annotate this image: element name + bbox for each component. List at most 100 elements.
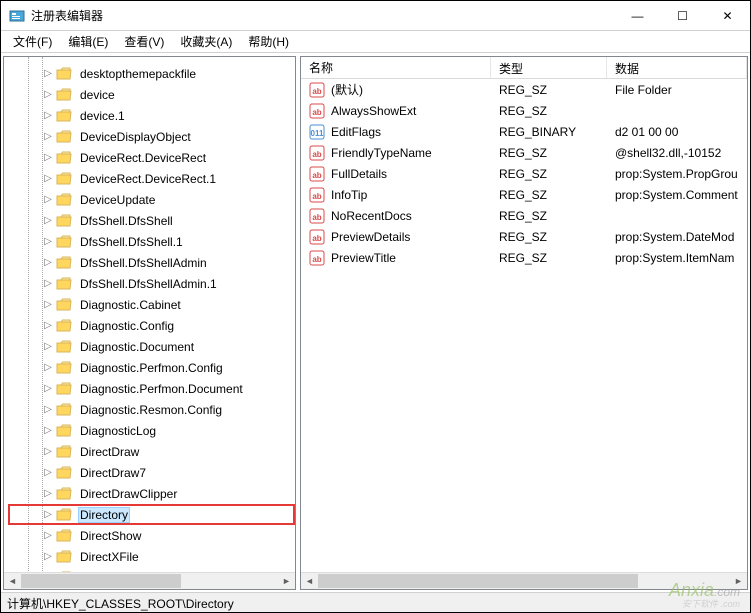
expand-icon[interactable]: ▷	[42, 194, 54, 206]
tree-node[interactable]: ▷ DfsShell.DfsShellAdmin.1	[8, 273, 295, 294]
expand-icon[interactable]: ▷	[42, 152, 54, 164]
scroll-left-button[interactable]: ◄	[301, 573, 318, 589]
tree-node[interactable]: ▷DeviceRect.DeviceRect	[8, 147, 295, 168]
maximize-button[interactable]: ☐	[660, 1, 705, 30]
expand-icon[interactable]: ▷	[42, 404, 54, 416]
column-header-name[interactable]: 名称	[301, 57, 491, 78]
status-path: 计算机\HKEY_CLASSES_ROOT\Directory	[7, 597, 234, 611]
list-row[interactable]: abPreviewDetailsREG_SZprop:System.DateMo…	[301, 226, 747, 247]
list-row[interactable]: 011EditFlagsREG_BINARYd2 01 00 00	[301, 121, 747, 142]
value-name: NoRecentDocs	[331, 209, 412, 223]
tree-node[interactable]: ▷Diagnostic.Config	[8, 315, 295, 336]
tree-node[interactable]: ▷Diagnostic.Resmon.Config	[8, 399, 295, 420]
list-row[interactable]: abAlwaysShowExtREG_SZ	[301, 100, 747, 121]
tree-node[interactable]: ▷DeviceDisplayObject	[8, 126, 295, 147]
tree-node[interactable]: ▷Diagnostic.Cabinet	[8, 294, 295, 315]
tree-node[interactable]: ▷DirectDraw7	[8, 462, 295, 483]
expand-icon[interactable]: ▷	[42, 320, 54, 332]
expand-icon[interactable]: ▷	[42, 488, 54, 500]
tree-node-label: DeviceUpdate	[78, 192, 157, 208]
minimize-button[interactable]: —	[615, 1, 660, 30]
scroll-thumb[interactable]	[318, 574, 638, 588]
folder-icon	[56, 172, 72, 186]
scroll-right-button[interactable]: ►	[730, 573, 747, 589]
expand-icon[interactable]: ▷	[42, 551, 54, 563]
menu-edit[interactable]: 编辑(E)	[60, 31, 116, 52]
tree-node-label: DiagnosticLog	[78, 423, 158, 439]
scroll-track[interactable]	[318, 573, 730, 589]
horizontal-scrollbar[interactable]: ◄ ►	[4, 572, 295, 589]
tree-node[interactable]: ▷desktopthemepackfile	[8, 63, 295, 84]
string-value-icon: ab	[309, 145, 325, 161]
tree-node[interactable]: ▷DfsShell.DfsShell	[8, 210, 295, 231]
list-row[interactable]: abFullDetailsREG_SZprop:System.PropGrou	[301, 163, 747, 184]
value-type: REG_SZ	[491, 104, 607, 118]
expand-icon[interactable]: ▷	[42, 530, 54, 542]
folder-icon	[56, 340, 72, 354]
expand-icon[interactable]: ▷	[42, 299, 54, 311]
tree-node[interactable]: ▷ DeviceRect.DeviceRect.1	[8, 168, 295, 189]
tree-node[interactable]: ▷ DfsShell.DfsShellAdmin	[8, 252, 295, 273]
list-row[interactable]: abNoRecentDocsREG_SZ	[301, 205, 747, 226]
tree-node[interactable]: ▷device.1	[8, 105, 295, 126]
list-row[interactable]: abFriendlyTypeNameREG_SZ@shell32.dll,-10…	[301, 142, 747, 163]
menu-file[interactable]: 文件(F)	[5, 31, 60, 52]
value-type: REG_SZ	[491, 251, 607, 265]
menu-fav[interactable]: 收藏夹(A)	[172, 31, 240, 52]
status-bar: 计算机\HKEY_CLASSES_ROOT\Directory	[1, 592, 750, 612]
horizontal-scrollbar[interactable]: ◄ ►	[301, 572, 747, 589]
expand-icon[interactable]: ▷	[42, 131, 54, 143]
value-name: (默认)	[331, 81, 363, 98]
value-type: REG_SZ	[491, 188, 607, 202]
tree-node[interactable]: ▷DirectShow	[8, 525, 295, 546]
expand-icon[interactable]: ▷	[42, 467, 54, 479]
tree-node[interactable]: ▷Diagnostic.Perfmon.Config	[8, 357, 295, 378]
expand-icon[interactable]: ▷	[42, 173, 54, 185]
close-button[interactable]: ✕	[705, 1, 750, 30]
scroll-track[interactable]	[21, 573, 278, 589]
tree-node-label: Diagnostic.Perfmon.Document	[78, 381, 245, 397]
column-header-type[interactable]: 类型	[491, 57, 607, 78]
expand-icon[interactable]: ▷	[42, 110, 54, 122]
expand-icon[interactable]: ▷	[42, 257, 54, 269]
expand-icon[interactable]: ▷	[42, 68, 54, 80]
tree-node[interactable]: ▷DfsShell.DfsShell.1	[8, 231, 295, 252]
tree-node-label: DfsShell.DfsShellAdmin.1	[78, 276, 219, 292]
tree-node[interactable]: ▷DirectDraw	[8, 441, 295, 462]
tree-node[interactable]: ▷DirectXFile	[8, 546, 295, 567]
expand-icon[interactable]: ▷	[42, 89, 54, 101]
tree-node[interactable]: ▷device	[8, 84, 295, 105]
expand-icon[interactable]: ▷	[42, 341, 54, 353]
expand-icon[interactable]: ▷	[42, 509, 54, 521]
tree-node[interactable]: ▷ DeviceUpdate	[8, 189, 295, 210]
expand-icon[interactable]: ▷	[42, 383, 54, 395]
tree-node-label: DeviceRect.DeviceRect.1	[78, 171, 218, 187]
column-header-data[interactable]: 数据	[607, 57, 747, 78]
expand-icon[interactable]: ▷	[42, 215, 54, 227]
expand-icon[interactable]: ▷	[42, 278, 54, 290]
scroll-right-button[interactable]: ►	[278, 573, 295, 589]
list-pane[interactable]: 名称 类型 数据 ab(默认)REG_SZFile FolderabAlways…	[300, 56, 748, 590]
scroll-thumb[interactable]	[21, 574, 181, 588]
string-value-icon: ab	[309, 187, 325, 203]
expand-icon[interactable]: ▷	[42, 425, 54, 437]
expand-icon[interactable]: ▷	[42, 362, 54, 374]
scroll-left-button[interactable]: ◄	[4, 573, 21, 589]
menu-help[interactable]: 帮助(H)	[240, 31, 297, 52]
expand-icon[interactable]: ▷	[42, 236, 54, 248]
tree-node[interactable]: ▷ DiagnosticLog	[8, 420, 295, 441]
list-row[interactable]: abPreviewTitleREG_SZprop:System.ItemNam	[301, 247, 747, 268]
tree-node[interactable]: ▷Diagnostic.Document	[8, 336, 295, 357]
menu-view[interactable]: 查看(V)	[116, 31, 172, 52]
tree-node-label: DfsShell.DfsShellAdmin	[78, 255, 209, 271]
list-row[interactable]: ab(默认)REG_SZFile Folder	[301, 79, 747, 100]
title-bar: 注册表编辑器 — ☐ ✕	[1, 1, 750, 31]
expand-icon[interactable]: ▷	[42, 446, 54, 458]
tree-node[interactable]: ▷DirectDrawClipper	[8, 483, 295, 504]
list-row[interactable]: abInfoTipREG_SZprop:System.Comment	[301, 184, 747, 205]
tree-node[interactable]: ▷Directory	[8, 504, 295, 525]
svg-text:ab: ab	[312, 234, 321, 243]
tree-node[interactable]: ▷ Diagnostic.Perfmon.Document	[8, 378, 295, 399]
tree-pane[interactable]: ▷desktopthemepackfile▷device▷device.1▷De…	[3, 56, 296, 590]
string-value-icon: ab	[309, 229, 325, 245]
